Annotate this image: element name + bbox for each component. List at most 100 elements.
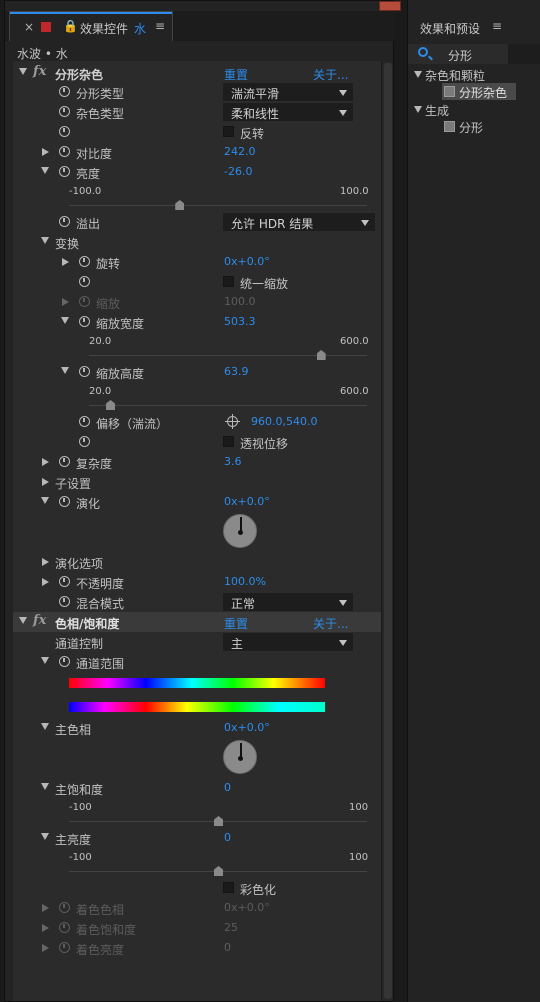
master-sat-value[interactable]: 0 bbox=[224, 781, 231, 794]
effect-header-hue-saturation[interactable]: fx 色相/饱和度 重置 关于... bbox=[13, 612, 381, 632]
stopwatch-icon[interactable] bbox=[79, 416, 90, 427]
tree-group-generate[interactable]: 生成 bbox=[408, 101, 540, 118]
tab-effects-presets[interactable]: 效果和预设 ≡ bbox=[408, 12, 540, 42]
collapse-arrow-icon[interactable] bbox=[41, 783, 49, 790]
contrast-value[interactable]: 242.0 bbox=[224, 145, 256, 158]
search-input[interactable]: 分形 bbox=[448, 47, 472, 64]
slider-handle[interactable] bbox=[214, 816, 223, 826]
vertical-scrollbar[interactable] bbox=[381, 61, 393, 1001]
group-sub-settings[interactable]: 子设置 bbox=[13, 472, 381, 492]
collapse-arrow-icon[interactable] bbox=[414, 106, 422, 113]
brightness-value[interactable]: -26.0 bbox=[224, 165, 252, 178]
stopwatch-icon[interactable] bbox=[59, 656, 70, 667]
stopwatch-icon[interactable] bbox=[59, 166, 70, 177]
stopwatch-icon[interactable] bbox=[79, 276, 90, 287]
stopwatch-icon[interactable] bbox=[79, 366, 90, 377]
channel-range-bar-bottom[interactable] bbox=[69, 702, 325, 712]
collapse-arrow-icon[interactable] bbox=[19, 68, 27, 75]
crosshair-icon[interactable] bbox=[225, 414, 240, 429]
tab-comp-name[interactable]: 水 bbox=[134, 20, 146, 37]
perspective-checkbox[interactable] bbox=[223, 436, 234, 447]
stopwatch-icon[interactable] bbox=[79, 256, 90, 267]
group-evolution-options[interactable]: 演化选项 bbox=[13, 552, 381, 572]
collapse-arrow-icon[interactable] bbox=[41, 833, 49, 840]
expand-arrow-icon[interactable] bbox=[42, 458, 49, 466]
expand-arrow-icon[interactable] bbox=[62, 258, 69, 266]
slider-handle[interactable] bbox=[106, 400, 116, 410]
tree-group-noise-grain[interactable]: 杂色和颗粒 bbox=[408, 66, 540, 83]
scale-width-value[interactable]: 503.3 bbox=[224, 315, 256, 328]
scale-height-slider[interactable]: 20.0 600.0 bbox=[13, 385, 381, 410]
close-icon[interactable]: × bbox=[24, 20, 34, 34]
effects-search[interactable]: 分形 bbox=[408, 44, 540, 64]
stopwatch-icon[interactable] bbox=[59, 86, 70, 97]
about-link[interactable]: 关于... bbox=[313, 66, 348, 83]
stopwatch-icon[interactable] bbox=[59, 126, 70, 137]
channel-range-bar-top[interactable] bbox=[69, 678, 325, 688]
evolution-value[interactable]: 0x+0.0° bbox=[224, 495, 270, 508]
collapse-arrow-icon[interactable] bbox=[414, 71, 422, 78]
opacity-value[interactable]: 100.0% bbox=[224, 575, 266, 588]
slider-handle[interactable] bbox=[214, 866, 223, 876]
master-light-value[interactable]: 0 bbox=[224, 831, 231, 844]
noise-type-dropdown[interactable]: 柔和线性 bbox=[223, 103, 353, 121]
expand-arrow-icon[interactable] bbox=[42, 558, 49, 566]
brightness-slider[interactable]: -100.0 100.0 bbox=[13, 185, 381, 210]
channel-control-dropdown[interactable]: 主 bbox=[223, 633, 353, 651]
collapse-arrow-icon[interactable] bbox=[19, 617, 27, 624]
panel-menu-icon[interactable]: ≡ bbox=[155, 19, 165, 33]
collapse-arrow-icon[interactable] bbox=[61, 317, 69, 324]
slider-handle[interactable] bbox=[316, 350, 326, 360]
complexity-value[interactable]: 3.6 bbox=[224, 455, 242, 468]
collapse-arrow-icon[interactable] bbox=[41, 237, 49, 244]
slider-track[interactable] bbox=[69, 205, 367, 206]
invert-checkbox[interactable] bbox=[223, 126, 234, 137]
effect-header-fractal[interactable]: fx 分形杂色 重置 关于... bbox=[13, 63, 381, 83]
offset-value[interactable]: 960.0,540.0 bbox=[251, 415, 317, 428]
collapse-arrow-icon[interactable] bbox=[41, 167, 49, 174]
collapse-arrow-icon[interactable] bbox=[41, 723, 49, 730]
stopwatch-icon[interactable] bbox=[59, 146, 70, 157]
stopwatch-icon[interactable] bbox=[59, 496, 70, 507]
scrollbar-thumb[interactable] bbox=[384, 63, 392, 999]
tab-effect-controls[interactable]: × 🔒 效果控件 水 ≡ bbox=[9, 11, 173, 41]
master-sat-slider[interactable]: -100 100 bbox=[13, 801, 381, 826]
evolution-dial[interactable] bbox=[223, 514, 257, 548]
fx-icon[interactable]: fx bbox=[33, 613, 46, 628]
stopwatch-icon[interactable] bbox=[59, 596, 70, 607]
stopwatch-icon[interactable] bbox=[59, 216, 70, 227]
about-link[interactable]: 关于... bbox=[313, 615, 348, 632]
blend-mode-dropdown[interactable]: 正常 bbox=[223, 593, 353, 611]
group-transform[interactable]: 变换 bbox=[13, 232, 381, 252]
panel-menu-icon[interactable]: ≡ bbox=[492, 19, 502, 33]
rotation-value[interactable]: 0x+0.0° bbox=[224, 255, 270, 268]
master-hue-dial[interactable] bbox=[223, 740, 257, 774]
reset-link[interactable]: 重置 bbox=[224, 615, 248, 632]
tree-item-fractal-noise[interactable]: 分形杂色 bbox=[442, 83, 516, 100]
fx-icon[interactable]: fx bbox=[33, 64, 46, 79]
slider-track[interactable] bbox=[89, 405, 367, 406]
colorize-checkbox[interactable] bbox=[223, 882, 234, 893]
lock-icon[interactable]: 🔒 bbox=[63, 19, 78, 33]
stopwatch-icon[interactable] bbox=[79, 436, 90, 447]
stopwatch-icon[interactable] bbox=[79, 316, 90, 327]
scale-width-slider[interactable]: 20.0 600.0 bbox=[13, 335, 381, 360]
uniform-scale-checkbox[interactable] bbox=[223, 276, 234, 287]
reset-link[interactable]: 重置 bbox=[224, 66, 248, 83]
stopwatch-icon[interactable] bbox=[59, 106, 70, 117]
panel-close-button[interactable] bbox=[379, 1, 401, 11]
expand-arrow-icon[interactable] bbox=[42, 478, 49, 486]
scale-height-value[interactable]: 63.9 bbox=[224, 365, 249, 378]
stopwatch-icon[interactable] bbox=[59, 576, 70, 587]
master-hue-value[interactable]: 0x+0.0° bbox=[224, 721, 270, 734]
expand-arrow-icon[interactable] bbox=[42, 578, 49, 586]
collapse-arrow-icon[interactable] bbox=[61, 367, 69, 374]
overflow-dropdown[interactable]: 允许 HDR 结果 bbox=[223, 213, 375, 231]
collapse-arrow-icon[interactable] bbox=[41, 657, 49, 664]
collapse-arrow-icon[interactable] bbox=[41, 497, 49, 504]
slider-handle[interactable] bbox=[175, 200, 185, 210]
master-light-slider[interactable]: -100 100 bbox=[13, 851, 381, 876]
tree-item-fractal[interactable]: 分形 bbox=[442, 118, 516, 135]
stopwatch-icon[interactable] bbox=[59, 456, 70, 467]
expand-arrow-icon[interactable] bbox=[42, 148, 49, 156]
